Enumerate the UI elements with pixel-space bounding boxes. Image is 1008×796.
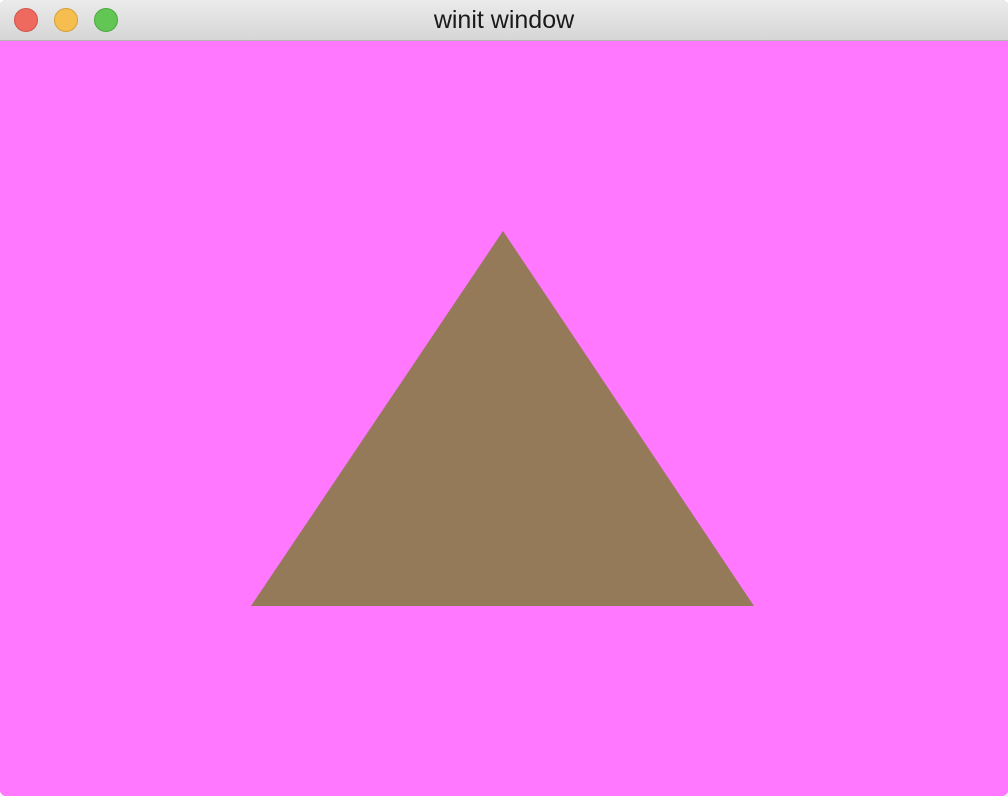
- title-bar[interactable]: winit window: [0, 0, 1008, 41]
- canvas-svg: [251, 231, 754, 606]
- render-canvas[interactable]: [0, 41, 1008, 796]
- triangle-shape: [251, 231, 754, 606]
- app-window: winit window: [0, 0, 1008, 796]
- window-title: winit window: [433, 6, 575, 34]
